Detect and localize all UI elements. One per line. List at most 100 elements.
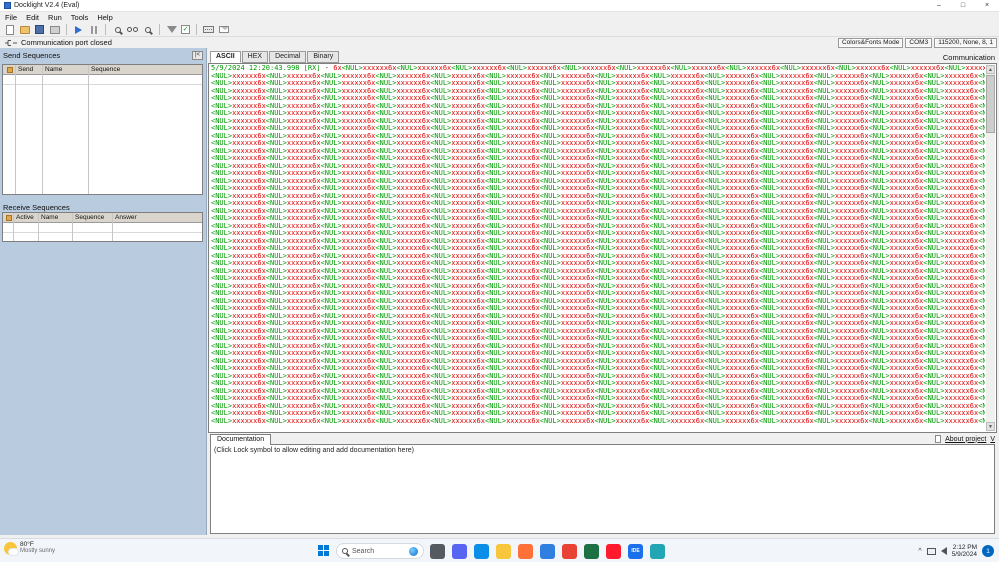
close-button[interactable]: × [975, 0, 999, 12]
answer-cell[interactable] [113, 223, 202, 233]
taskbar-app-edge-icon[interactable] [474, 543, 489, 559]
documentation-placeholder: (Click Lock symbol to allow editing and … [214, 447, 414, 454]
print-icon[interactable] [49, 24, 60, 35]
menu-bar: File Edit Run Tools Help [0, 12, 999, 23]
find-icon[interactable] [112, 24, 123, 35]
taskbar-app-chrome-icon[interactable] [562, 543, 577, 559]
log-scrollbar[interactable]: ▲ ▼ [986, 65, 995, 431]
toolbar: ✓ [0, 23, 999, 37]
menu-edit[interactable]: Edit [26, 13, 39, 22]
answer-column-header: Answer [113, 213, 202, 223]
receive-sequences-title: Receive Sequences [3, 203, 70, 212]
display-tray-icon[interactable] [926, 547, 936, 555]
documentation-body[interactable]: (Click Lock symbol to allow editing and … [210, 444, 995, 534]
search-icon [342, 548, 348, 554]
taskbar-app-opera-icon[interactable] [606, 543, 621, 559]
taskbar: 80°F Mostly sunny Search IDE ^ 2:12 PM 5… [0, 538, 999, 562]
active-column-header: Active [14, 213, 38, 223]
send-sequences-title: Send Sequences [3, 51, 61, 60]
scroll-up-arrow[interactable]: ▲ [986, 65, 995, 74]
tray-time: 2:12 PM [952, 544, 977, 551]
status-text: Communication port closed [21, 38, 112, 47]
send-cell[interactable] [3, 75, 15, 85]
search-box[interactable]: Search [336, 543, 424, 559]
menu-tools[interactable]: Tools [71, 13, 89, 22]
weather-widget[interactable]: 80°F Mostly sunny [4, 541, 56, 556]
taskbar-clock[interactable]: 2:12 PM 5/9/2024 [952, 544, 977, 558]
taskbar-app-folder-icon[interactable] [496, 543, 511, 559]
sequences-panel: Send Sequences |< Send Name Sequence Rec… [0, 48, 207, 535]
new-file-icon[interactable] [4, 24, 15, 35]
send-column-icon-header [3, 65, 15, 75]
notification-badge[interactable]: 1 [982, 545, 994, 557]
checklist-icon[interactable]: ✓ [181, 25, 190, 34]
taskbar-app-mail-icon[interactable] [430, 543, 445, 559]
weather-condition: Mostly sunny [20, 548, 56, 554]
tray-date: 5/9/2024 [951, 551, 977, 558]
search-placeholder: Search [352, 547, 375, 555]
tab-ascii[interactable]: ASCII [210, 51, 241, 63]
speaker-tray-icon[interactable] [940, 547, 947, 555]
comm-port-icon [5, 39, 17, 46]
send-sequences-header: Send Sequences |< [0, 48, 206, 62]
sequence-cell[interactable] [73, 223, 112, 233]
tab-hex[interactable]: HEX [241, 51, 269, 63]
name-cell[interactable] [43, 75, 88, 85]
tab-binary[interactable]: Binary [307, 51, 340, 63]
taskbar-app-excel-icon[interactable] [584, 543, 599, 559]
weather-temperature: 80°F [20, 541, 34, 548]
send-column-header: Send [16, 65, 42, 75]
scroll-down-arrow[interactable]: ▼ [986, 422, 995, 431]
toolbar-separator [105, 24, 106, 35]
send-cell[interactable] [16, 75, 42, 85]
tab-decimal[interactable]: Decimal [269, 51, 307, 63]
port-settings-button[interactable]: 115200, None, 8, 1 [934, 37, 997, 48]
receive-sequences-table[interactable]: Active Name Sequence Answer [2, 212, 203, 242]
minimize-button[interactable]: – [927, 0, 951, 12]
maximize-button[interactable]: □ [951, 0, 975, 12]
collapse-panel-button[interactable]: |< [191, 51, 203, 60]
menu-file[interactable]: File [5, 13, 17, 22]
active-cell[interactable] [14, 223, 38, 233]
app-icon [4, 2, 11, 9]
documentation-tab[interactable]: Documentation [210, 434, 272, 445]
communication-log-lines: 5/9/2024 12:20:43.998 [RX] - 6x<NUL>xxxx… [211, 65, 985, 431]
sequence-column-header: Sequence [73, 213, 112, 223]
title-bar: Docklight V2.4 (Eval) – □ × [0, 0, 999, 12]
pause-icon[interactable] [88, 24, 99, 35]
taskbar-app-ide-icon[interactable]: IDE [628, 543, 643, 559]
send-sequences-table[interactable]: Send Name Sequence [2, 64, 203, 195]
taskbar-app-store-icon[interactable] [540, 543, 555, 559]
com-port-button[interactable]: COM3 [905, 37, 933, 48]
taskbar-app-discord-icon[interactable] [452, 543, 467, 559]
send-dialog-icon[interactable] [218, 24, 229, 35]
save-icon[interactable] [34, 24, 45, 35]
tray-overflow-chevron-icon[interactable]: ^ [918, 548, 921, 555]
menu-run[interactable]: Run [48, 13, 62, 22]
receive-sequence-icon [6, 214, 12, 221]
about-project-link[interactable]: About project [945, 436, 986, 443]
name-cell[interactable] [39, 223, 72, 233]
shortcut-v-link[interactable]: V [990, 436, 995, 443]
open-file-icon[interactable] [19, 24, 30, 35]
monitoring-glasses-icon[interactable] [127, 24, 138, 35]
find-in-file-icon[interactable] [142, 24, 153, 35]
communication-log[interactable]: 5/9/2024 12:20:43.998 [RX] - 6x<NUL>xxxx… [208, 63, 997, 433]
toolbar-separator [159, 24, 160, 35]
about-project-icon [935, 435, 942, 443]
colors-fonts-mode-button[interactable]: Colors&Fonts Mode [837, 37, 904, 48]
start-button[interactable] [318, 545, 330, 557]
filter-icon[interactable] [166, 24, 177, 35]
keyboard-icon[interactable] [203, 24, 214, 35]
scrollbar-thumb[interactable] [986, 75, 995, 133]
name-column-header: Name [43, 65, 88, 75]
active-cell[interactable] [3, 223, 13, 233]
taskbar-app-code-icon[interactable] [650, 543, 665, 559]
play-icon[interactable] [73, 24, 84, 35]
sequence-cell[interactable] [89, 75, 202, 85]
toolbar-separator [66, 24, 67, 35]
toolbar-separator [196, 24, 197, 35]
name-column-header: Name [39, 213, 72, 223]
menu-help[interactable]: Help [97, 13, 112, 22]
taskbar-app-firefox-icon[interactable] [518, 543, 533, 559]
